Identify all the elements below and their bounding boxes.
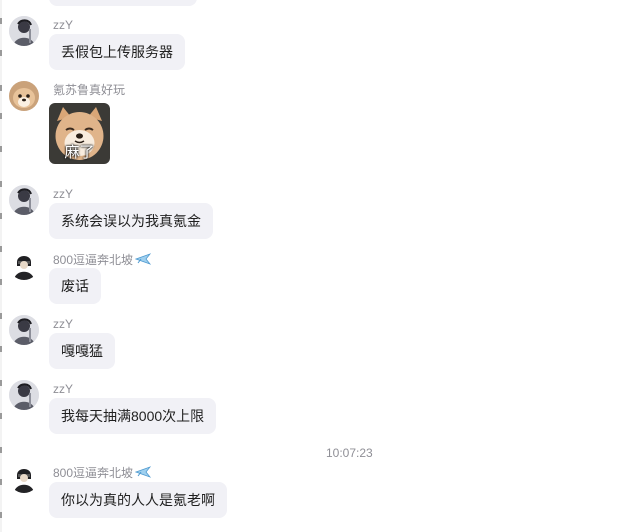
sender-name-text: 800逗逼奔北坡 xyxy=(53,466,134,480)
sender-name: zzY xyxy=(53,187,74,201)
message-bubble[interactable]: 我每天抽满8000次上限 xyxy=(49,398,217,434)
dog-avatar-icon xyxy=(9,81,39,111)
avatar[interactable] xyxy=(9,463,39,493)
sender-name: zzY xyxy=(53,382,74,396)
sticker-image[interactable]: 麻了 xyxy=(49,103,110,164)
edge-marker xyxy=(0,380,2,386)
edge-marker xyxy=(0,479,2,485)
sender-name: zzY xyxy=(53,18,74,32)
edge-marker xyxy=(0,50,2,56)
edge-marker xyxy=(0,279,2,285)
avatar[interactable] xyxy=(9,250,39,280)
edge-marker xyxy=(0,512,2,518)
edge-marker xyxy=(0,346,2,352)
avatar[interactable] xyxy=(9,16,39,46)
edge-marker xyxy=(0,181,2,187)
edge-marker xyxy=(0,313,2,319)
edge-marker xyxy=(0,85,2,91)
airplane-icon xyxy=(134,465,152,482)
message-bubble[interactable]: 丢假包上传服务器 xyxy=(49,34,185,70)
ink-painting-avatar-icon xyxy=(9,315,39,345)
message-bubble[interactable]: 你以为真的人人是氪老啊 xyxy=(49,482,227,518)
sticker-caption: 麻了 xyxy=(64,144,95,161)
ink-painting-avatar-icon xyxy=(9,185,39,215)
message-timestamp: 10:07:23 xyxy=(326,446,373,460)
avatar[interactable] xyxy=(9,185,39,215)
avatar[interactable] xyxy=(9,81,39,111)
edge-marker xyxy=(0,246,2,252)
sender-name: 800逗逼奔北坡 xyxy=(53,465,152,482)
message-bubble[interactable]: 废话 xyxy=(49,268,101,304)
edge-marker xyxy=(0,213,2,219)
dark-figure-avatar-icon xyxy=(9,463,39,493)
edge-marker xyxy=(0,413,2,419)
sender-name-text: 800逗逼奔北坡 xyxy=(53,253,134,267)
edge-marker xyxy=(0,447,2,453)
ink-painting-avatar-icon xyxy=(9,16,39,46)
window-left-edge xyxy=(0,0,2,532)
message-bubble-clipped[interactable] xyxy=(49,0,197,6)
edge-marker xyxy=(0,146,2,152)
message-bubble[interactable]: 嘎嘎猛 xyxy=(49,333,115,369)
ink-painting-avatar-icon xyxy=(9,380,39,410)
airplane-icon xyxy=(134,252,152,269)
avatar[interactable] xyxy=(9,380,39,410)
message-bubble[interactable]: 系统会误以为我真氪金 xyxy=(49,203,213,239)
sender-name: 氪苏鲁真好玩 xyxy=(53,83,126,97)
edge-marker xyxy=(0,113,2,119)
dark-figure-avatar-icon xyxy=(9,250,39,280)
edge-marker xyxy=(0,18,2,24)
sender-name: 800逗逼奔北坡 xyxy=(53,252,152,269)
avatar[interactable] xyxy=(9,315,39,345)
sender-name: zzY xyxy=(53,317,74,331)
